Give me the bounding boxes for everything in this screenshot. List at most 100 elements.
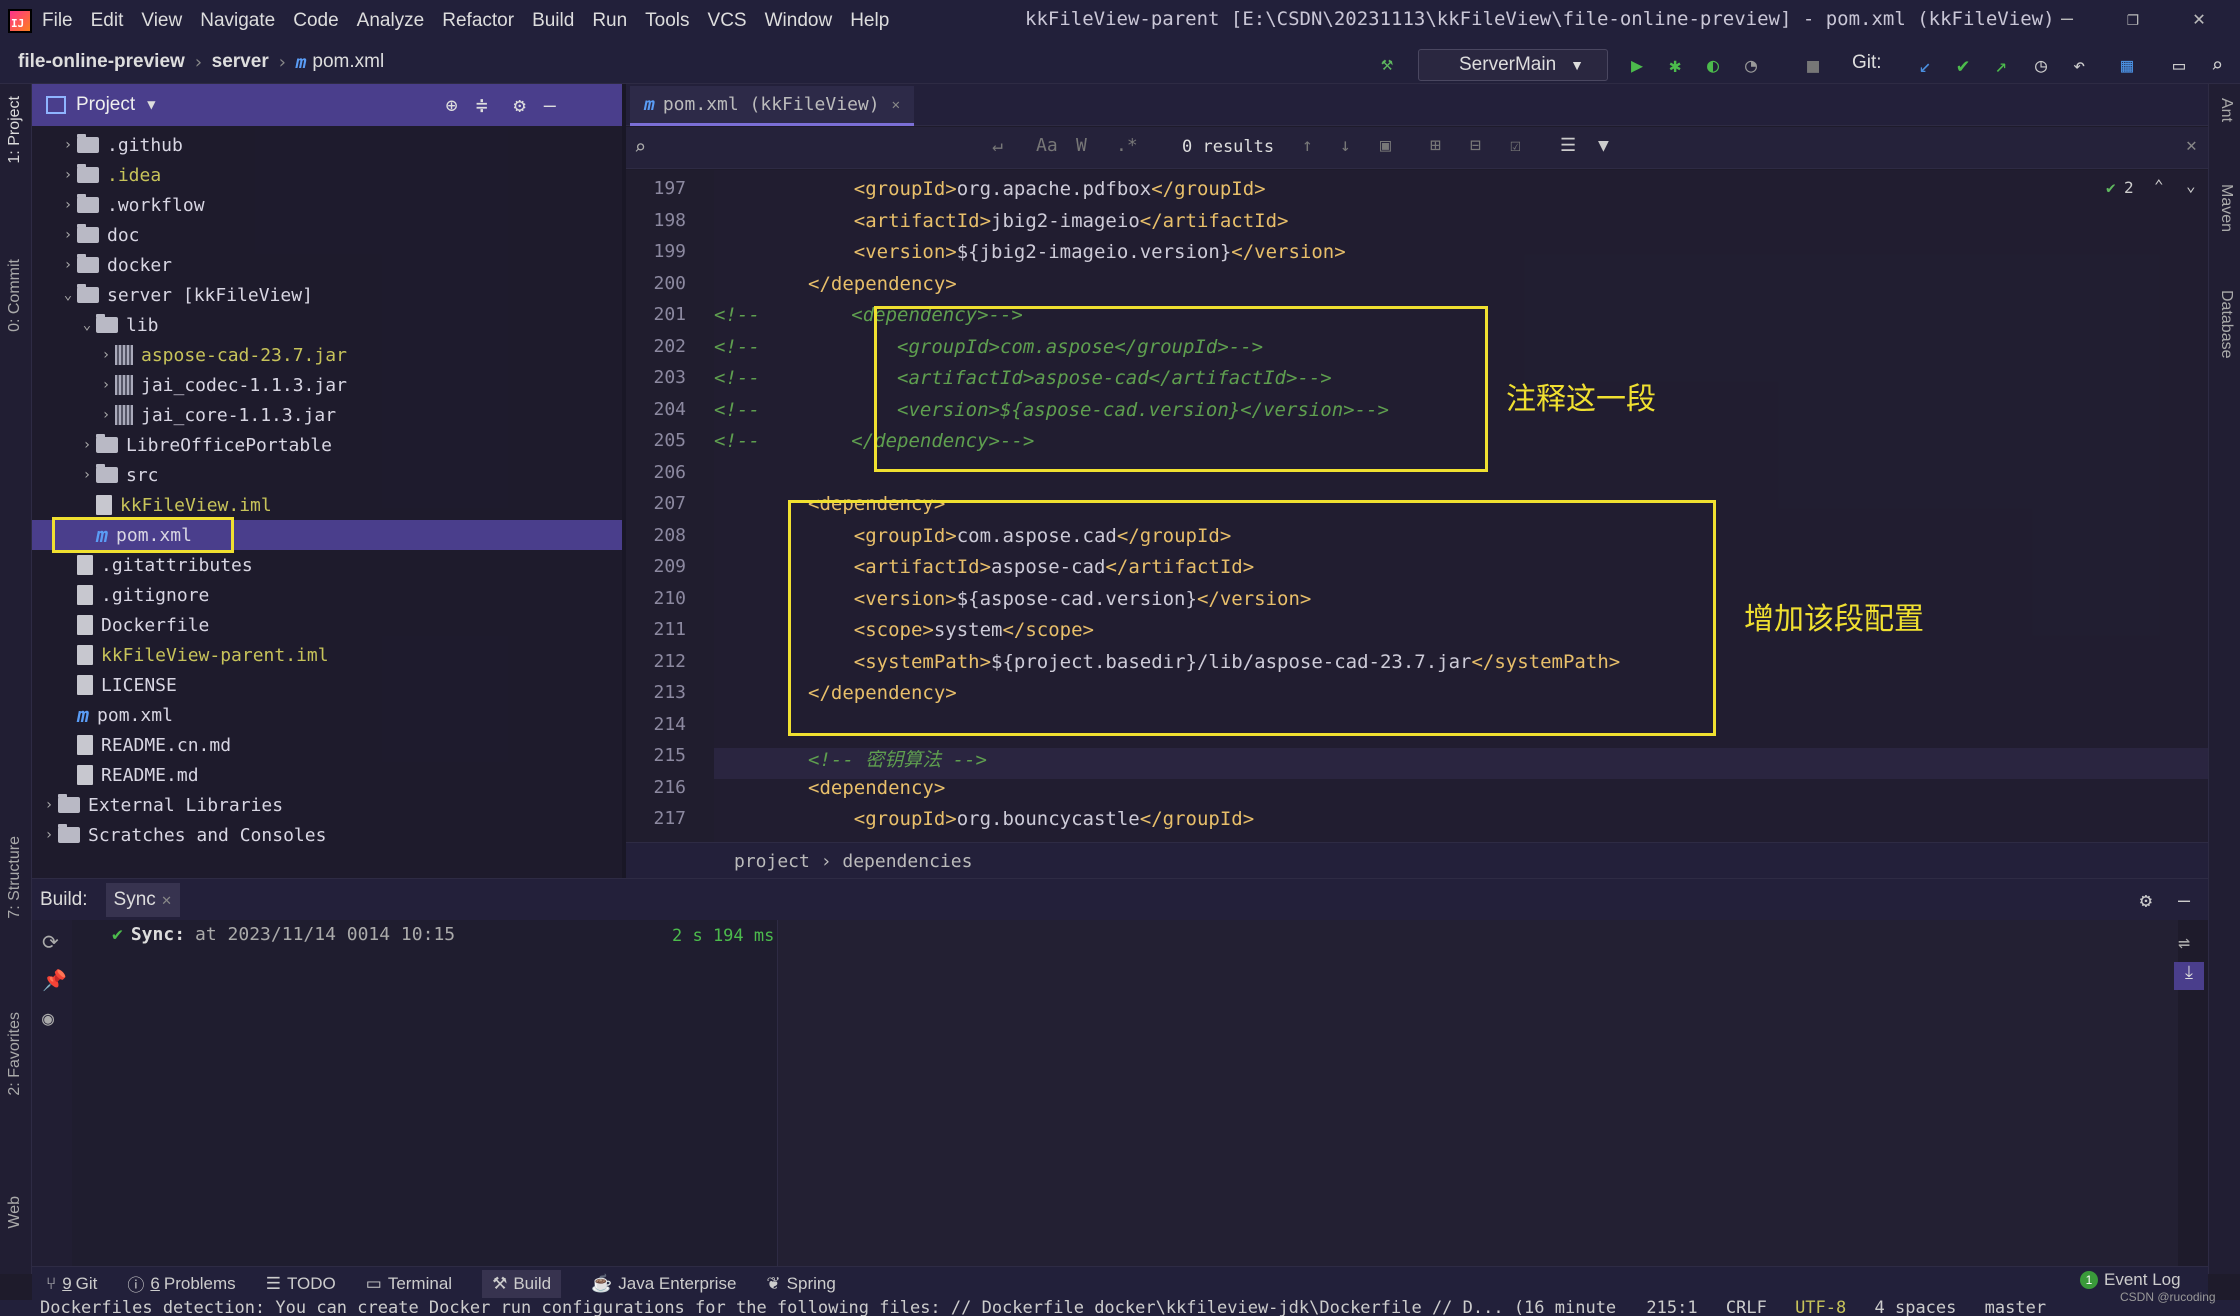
code-line[interactable]: <!-- 密钥算法 --> (808, 745, 987, 772)
chevron-right-icon[interactable]: › (97, 347, 115, 363)
code-line[interactable]: <artifactId>jbig2-imageio</artifactId> (808, 210, 1289, 232)
match-case-icon[interactable]: Aa (1036, 135, 1058, 156)
chevron-right-icon[interactable]: › (59, 227, 77, 243)
menu-code[interactable]: Code (293, 10, 338, 32)
search-everywhere-icon[interactable]: ⌕ (2204, 52, 2230, 78)
breadcrumb-root[interactable]: file-online-preview (18, 51, 185, 73)
tree-item[interactable]: › jai_core-1.1.3.jar (32, 400, 622, 430)
git-push-icon[interactable]: ↗ (1988, 52, 2014, 78)
tab-pom-xml[interactable]: m pom.xml (kkFileView) ✕ (630, 86, 915, 126)
restore-icon[interactable]: ❐ (2118, 6, 2148, 34)
collapse-all-icon[interactable]: ≑ (476, 93, 488, 117)
filter-search-icon[interactable]: ☰ (1560, 135, 1576, 156)
tool-problems[interactable]: ⓘ 6 Problems (127, 1271, 235, 1296)
run-icon[interactable]: ▶ (1624, 52, 1650, 78)
chevron-right-icon[interactable]: › (40, 827, 58, 843)
next-occurrence-icon[interactable]: ↓ (1340, 135, 1351, 156)
regex-icon[interactable]: .* (1116, 135, 1138, 156)
code-line[interactable]: <groupId>org.apache.pdfbox</groupId> (808, 178, 1266, 200)
presentation-icon[interactable]: ▭ (2166, 52, 2192, 78)
menu-analyze[interactable]: Analyze (357, 10, 425, 32)
minimize-icon[interactable]: — (2052, 6, 2082, 34)
chevron-right-icon[interactable]: › (97, 377, 115, 393)
add-selection-icon[interactable]: ⊞ (1430, 135, 1441, 156)
remove-selection-icon[interactable]: ⊟ (1470, 135, 1481, 156)
debug-icon[interactable]: ✱ (1662, 52, 1688, 78)
tree-item[interactable]: › aspose-cad-23.7.jar (32, 340, 622, 370)
gear-icon[interactable]: ⚙ (2140, 888, 2152, 912)
git-update-icon[interactable]: ↙ (1912, 52, 1938, 78)
previous-occurrence-icon[interactable]: ↑ (1302, 135, 1313, 156)
search-icon[interactable]: ⌕ (634, 135, 646, 159)
pin-icon[interactable]: 📌 (42, 968, 67, 992)
caret-position[interactable]: 215:1 (1646, 1300, 1697, 1316)
file-encoding[interactable]: UTF-8 (1795, 1300, 1846, 1316)
chevron-right-icon[interactable]: › (59, 137, 77, 153)
tree-item[interactable]: › .github (32, 130, 622, 160)
whole-words-icon[interactable]: W (1076, 135, 1087, 156)
soft-wrap-icon[interactable]: ⇌ (2178, 930, 2190, 954)
stop-icon[interactable]: ■ (1800, 52, 1826, 78)
tool-todo[interactable]: ☰ TODO (266, 1274, 336, 1294)
tree-item[interactable]: kkFileView.iml (32, 490, 622, 520)
tool-window-favorites[interactable]: 2: Favorites (6, 1012, 24, 1096)
breadcrumb-file[interactable]: pom.xml (312, 51, 384, 73)
menu-window[interactable]: Window (765, 10, 833, 32)
menu-build[interactable]: Build (532, 10, 574, 32)
tree-item[interactable]: › jai_codec-1.1.3.jar (32, 370, 622, 400)
locate-icon[interactable]: ⊕ (446, 93, 458, 117)
scroll-to-end-icon[interactable]: ⤓ (2174, 962, 2204, 990)
menu-run[interactable]: Run (592, 10, 627, 32)
tool-window-maven[interactable]: Maven (2217, 184, 2235, 232)
tab-sync[interactable]: Sync ✕ (105, 882, 180, 917)
tree-item[interactable]: Dockerfile (32, 610, 622, 640)
tree-item[interactable]: ⌄ lib (32, 310, 622, 340)
rollback-icon[interactable]: ↶ (2066, 52, 2092, 78)
refresh-icon[interactable]: ⟳ (42, 930, 59, 954)
run-configuration-select[interactable]: ServerMain ▼ (1418, 49, 1608, 81)
eye-icon[interactable]: ◉ (42, 1006, 54, 1030)
menu-refactor[interactable]: Refactor (442, 10, 514, 32)
tool-window-commit[interactable]: 0: Commit (6, 259, 24, 332)
tree-item[interactable]: › .workflow (32, 190, 622, 220)
tree-item[interactable]: › Scratches and Consoles (32, 820, 622, 850)
profile-icon[interactable]: ◔ (1738, 52, 1764, 78)
chevron-right-icon[interactable]: › (40, 797, 58, 813)
hide-panel-icon[interactable]: — (544, 93, 556, 117)
tree-item[interactable]: › LibreOfficePortable (32, 430, 622, 460)
chevron-right-icon[interactable]: › (59, 197, 77, 213)
indent-setting[interactable]: 4 spaces (1875, 1300, 1957, 1316)
new-line-icon[interactable]: ↵ (992, 135, 1003, 156)
tree-item[interactable]: › doc (32, 220, 622, 250)
tree-item[interactable]: › src (32, 460, 622, 490)
tool-window-ant[interactable]: Ant (2217, 98, 2235, 122)
chevron-right-icon[interactable]: › (78, 437, 96, 453)
tree-item[interactable]: › .idea (32, 160, 622, 190)
tool-git[interactable]: ⑂ 9 Git (46, 1274, 97, 1294)
close-tab-icon[interactable]: ✕ (161, 893, 172, 908)
gear-icon[interactable]: ⚙ (514, 93, 526, 117)
project-panel-title[interactable]: Project (76, 94, 135, 116)
menu-help[interactable]: Help (850, 10, 889, 32)
chevron-down-icon[interactable]: ▼ (147, 97, 155, 113)
inspection-ok-icon[interactable]: ✔ (2106, 178, 2116, 197)
tree-item[interactable]: .gitattributes (32, 550, 622, 580)
chevron-right-icon[interactable]: › (59, 257, 77, 273)
project-structure-icon[interactable]: ▦ (2114, 52, 2140, 78)
tree-item[interactable]: › External Libraries (32, 790, 622, 820)
menu-navigate[interactable]: Navigate (200, 10, 275, 32)
search-input[interactable] (666, 133, 916, 163)
status-message[interactable]: Dockerfiles detection: You can create Do… (40, 1300, 1616, 1316)
event-log-button[interactable]: 1 Event Log (2080, 1270, 2181, 1290)
close-search-icon[interactable]: ✕ (2186, 135, 2197, 156)
hide-panel-icon[interactable]: — (2178, 888, 2190, 912)
breadcrumb-module[interactable]: server (212, 51, 269, 73)
tree-item[interactable]: .gitignore (32, 580, 622, 610)
tool-build[interactable]: ⚒ Build (482, 1269, 562, 1298)
menu-edit[interactable]: Edit (91, 10, 124, 32)
line-separator[interactable]: CRLF (1726, 1300, 1767, 1316)
menu-vcs[interactable]: VCS (708, 10, 747, 32)
build-output[interactable]: ⇌ ⤓ (778, 920, 2204, 1274)
close-window-icon[interactable]: ✕ (2184, 6, 2214, 34)
select-all-occurrences-icon[interactable]: ▣ (1380, 135, 1391, 156)
